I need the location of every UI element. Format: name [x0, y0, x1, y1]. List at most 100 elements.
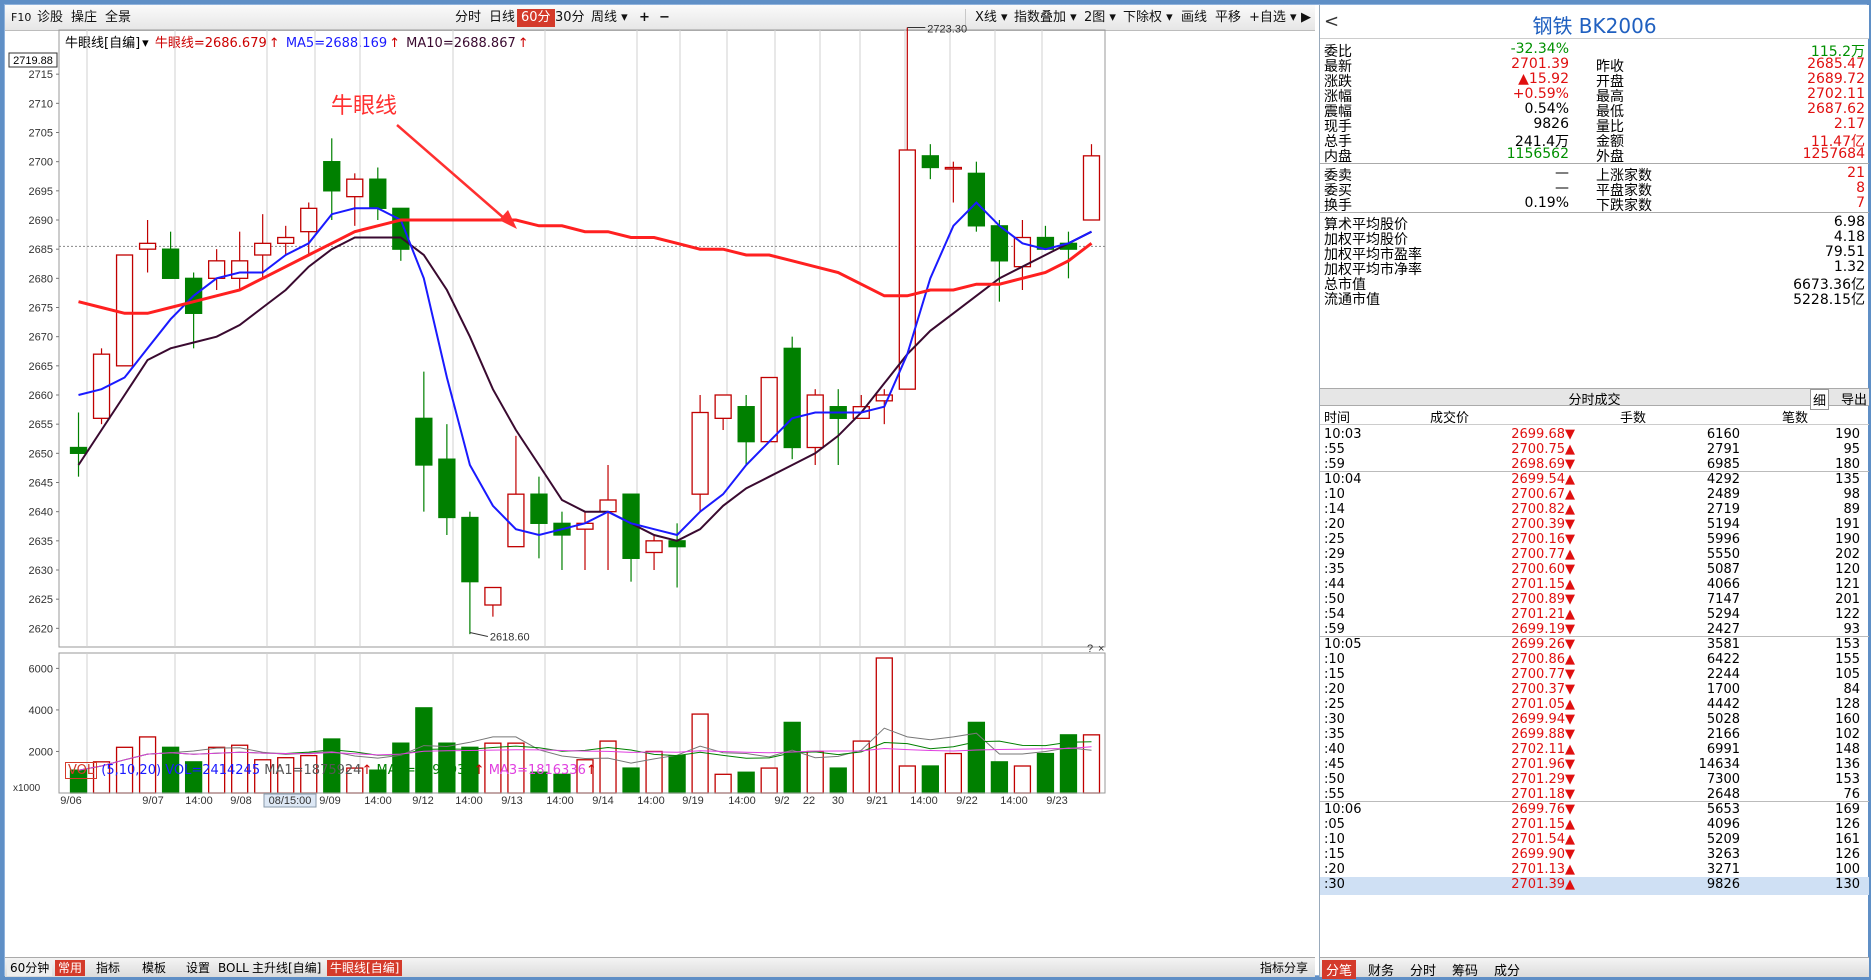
stat-value: 4.18 — [1833, 229, 1865, 245]
ma5-line — [78, 201, 1092, 537]
trade-cell: 155 — [1835, 652, 1860, 667]
candle-down — [392, 207, 410, 250]
stat-value: 1.32 — [1833, 259, 1865, 275]
tab-components[interactable]: 成分 — [1490, 960, 1524, 979]
trade-cell: 2698.69▼ — [1511, 457, 1575, 472]
period-label[interactable]: 60分钟 — [7, 960, 53, 976]
main-up-tab[interactable]: 主升线[自编] — [249, 960, 324, 976]
time-axis-label: 9/08 — [230, 795, 251, 807]
candle-up — [507, 493, 525, 548]
time-axis-label: 9/2 — [774, 795, 789, 807]
trade-cell: :59 — [1324, 622, 1345, 637]
quote-row: 换手 0.19% 下跌家数 7 — [1320, 195, 1869, 214]
trade-cell: 6985 — [1706, 457, 1740, 472]
trade-cell: 3581 — [1706, 637, 1740, 652]
trade-cell: 126 — [1835, 847, 1860, 862]
trade-cell: 3271 — [1706, 862, 1740, 877]
indicator-share-button[interactable]: 指标分享 — [1257, 960, 1311, 976]
export-button[interactable]: 导出 — [1841, 389, 1867, 408]
trade-cell: 2700.60▼ — [1511, 562, 1575, 577]
volume-bar-down — [783, 721, 801, 794]
price-tick-label: 2670 — [29, 332, 53, 344]
volume-bar-down — [668, 754, 686, 794]
quote-title-bar: < 钢铁 BK2006 — [1320, 5, 1869, 39]
time-axis-label: 9/13 — [501, 795, 522, 807]
trade-cell: 2701.15▲ — [1511, 577, 1575, 592]
price-tick-label: 2625 — [29, 594, 53, 606]
tab-chips[interactable]: 筹码 — [1448, 960, 1482, 979]
candle-up — [645, 540, 663, 554]
price-tick-label: 2635 — [29, 536, 53, 548]
quote-cell: 2702.11 — [1807, 86, 1865, 102]
trade-cell: :15 — [1324, 847, 1345, 862]
price-tick-label: 2630 — [29, 565, 53, 577]
trade-cell: 160 — [1835, 712, 1860, 727]
stat-value: 79.51 — [1824, 244, 1865, 260]
settings-button[interactable]: 设置 — [183, 960, 213, 976]
trade-cell: :54 — [1324, 607, 1345, 622]
tab-tick[interactable]: 分笔 — [1322, 960, 1357, 979]
volume-info-bar: VOL (5,10,20) VOL=2414245 MA1=1875924↑ M… — [65, 762, 597, 779]
trade-cell: 191 — [1835, 517, 1860, 532]
up-arrow-icon: ↑ — [361, 763, 373, 778]
price-tick-label: 2660 — [29, 390, 53, 402]
time-axis-label: 9/19 — [682, 795, 703, 807]
time-axis-label: 14:00 — [546, 795, 574, 807]
trade-cell: 121 — [1835, 577, 1860, 592]
up-arrow-icon: ↑ — [473, 763, 485, 778]
trade-cell: 2244 — [1706, 667, 1740, 682]
quote-cell: 0.54% — [1524, 101, 1569, 117]
tab-finance[interactable]: 财务 — [1364, 960, 1398, 979]
col-price: 成交价 — [1430, 411, 1470, 426]
up-arrow-icon: ↑ — [585, 763, 597, 778]
price-tick-label: 2650 — [29, 448, 53, 460]
candlestick-chart[interactable]: 2715 2710 2705 2700 2695 2690 2685 2680 2675 2670… — [5, 5, 1315, 957]
trade-cell: 2700.77▲ — [1511, 547, 1575, 562]
candle-down — [69, 446, 88, 454]
trade-cell: 2699.94▼ — [1511, 712, 1575, 727]
trade-cell: 5194 — [1706, 517, 1740, 532]
quote-cell: 1257684 — [1802, 146, 1865, 162]
mode-dropdown[interactable]: 常用 — [55, 960, 86, 976]
neuyan-tab[interactable]: 牛眼线[自编] — [327, 960, 403, 976]
candle-down — [323, 161, 341, 192]
trade-cell: :14 — [1324, 502, 1345, 517]
trade-cell: 2701.15▲ — [1511, 817, 1575, 832]
trade-cell: 6991 — [1706, 742, 1740, 757]
low-pointer — [469, 632, 488, 637]
trade-cell: 2701.05▲ — [1511, 697, 1575, 712]
trade-cell: 2648 — [1706, 787, 1740, 802]
trade-cell: 128 — [1835, 697, 1860, 712]
trade-cell: 5028 — [1706, 712, 1740, 727]
candle-up — [760, 376, 778, 443]
callout-arrow-line — [396, 124, 506, 220]
trade-cell: 2699.54▲ — [1511, 472, 1575, 487]
price-tick-label: 2695 — [29, 186, 53, 198]
vol-indicator-select[interactable]: VOL — [65, 762, 98, 779]
tab-timeshare[interactable]: 分时 — [1406, 960, 1440, 979]
trade-cell: 190 — [1835, 427, 1860, 442]
trade-cell: 2700.86▲ — [1511, 652, 1575, 667]
trade-cell: 2699.76▼ — [1511, 802, 1575, 817]
trade-cell: 6422 — [1706, 652, 1740, 667]
vol-ma2: MA2=2093937 — [376, 763, 474, 778]
trade-cell: 161 — [1835, 832, 1860, 847]
price-tick-label: 2680 — [29, 273, 53, 285]
trade-cell: :44 — [1324, 577, 1345, 592]
price-tick-label: 2700 — [29, 157, 53, 169]
low-annotation: 2618.60 — [490, 632, 530, 644]
trade-cell: :45 — [1324, 757, 1345, 772]
quote-cell: -32.34% — [1510, 41, 1569, 57]
trade-cell: 5550 — [1706, 547, 1740, 562]
time-axis-label: 14:00 — [455, 795, 483, 807]
candle-down — [461, 516, 479, 583]
templates-dropdown[interactable]: 模板 — [139, 960, 169, 976]
candle-up — [300, 207, 318, 233]
boll-tab[interactable]: BOLL — [215, 960, 252, 976]
trade-cell: 169 — [1835, 802, 1860, 817]
trade-row[interactable]: :30 2701.39▲ 9826 130 — [1320, 877, 1869, 895]
trade-cell: :50 — [1324, 592, 1345, 607]
trade-cell: 201 — [1835, 592, 1860, 607]
indicators-dropdown[interactable]: 指标 — [93, 960, 123, 976]
stat-value: 5228.15亿 — [1793, 292, 1865, 308]
